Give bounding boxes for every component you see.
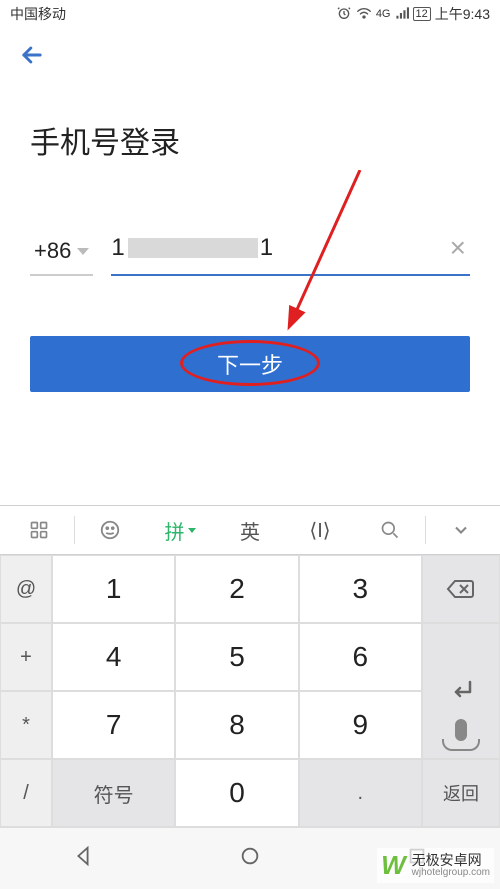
alarm-icon xyxy=(336,5,352,24)
nav-home-icon[interactable] xyxy=(239,845,261,873)
watermark-url: wjhotelgroup.com xyxy=(412,867,490,878)
keyboard-numpad: 1 2 3 4 5 6 7 8 9 符号 0 . xyxy=(52,555,422,827)
battery-indicator: 12 xyxy=(413,7,431,21)
kb-emoji-icon[interactable] xyxy=(75,519,145,541)
kb-key-9[interactable]: 9 xyxy=(299,691,422,759)
country-code-label: +86 xyxy=(34,238,71,264)
back-row xyxy=(0,28,500,88)
phone-input-wrap: 1 1 × xyxy=(111,232,470,276)
chevron-down-icon xyxy=(188,528,196,533)
kb-apps-icon[interactable] xyxy=(4,520,74,540)
wifi-icon xyxy=(356,6,372,23)
keyboard: 拼 英 ⟨I⟩ @ + * / 1 2 3 4 5 6 7 8 9 符号 xyxy=(0,505,500,827)
keyboard-right-col: 返回 xyxy=(422,555,500,827)
next-step-label: 下一步 xyxy=(217,348,283,380)
kb-key-8[interactable]: 8 xyxy=(175,691,298,759)
kb-key-at[interactable]: @ xyxy=(0,555,52,623)
clear-input-icon[interactable]: × xyxy=(446,232,470,264)
time-label: 上午9:43 xyxy=(435,4,490,24)
next-step-button[interactable]: 下一步 xyxy=(30,336,470,392)
country-code-selector[interactable]: +86 xyxy=(30,238,93,276)
kb-key-dot[interactable]: . xyxy=(299,759,422,827)
back-arrow-icon[interactable] xyxy=(18,41,46,76)
kb-ime-english[interactable]: 英 xyxy=(215,516,285,545)
nav-back-icon[interactable] xyxy=(72,845,94,873)
kb-key-4[interactable]: 4 xyxy=(52,623,175,691)
kb-mic-icon[interactable] xyxy=(442,739,480,751)
kb-key-slash[interactable]: / xyxy=(0,759,52,827)
kb-key-0[interactable]: 0 xyxy=(175,759,298,827)
kb-ime-pinyin[interactable]: 拼 xyxy=(145,516,215,545)
signal-icon xyxy=(395,6,409,23)
watermark-logo-icon: W xyxy=(381,850,406,881)
kb-key-2[interactable]: 2 xyxy=(175,555,298,623)
network-label: 4G xyxy=(376,8,391,20)
kb-key-return[interactable]: 返回 xyxy=(422,759,500,827)
watermark-brand: 无极安卓网 xyxy=(412,853,490,867)
kb-key-6[interactable]: 6 xyxy=(299,623,422,691)
phone-suffix: 1 xyxy=(260,234,274,262)
phone-row: +86 1 1 × xyxy=(30,232,470,276)
kb-clipboard-icon[interactable]: ⟨I⟩ xyxy=(285,518,355,543)
keyboard-toolbar: 拼 英 ⟨I⟩ xyxy=(0,505,500,555)
carrier-label: 中国移动 xyxy=(10,4,66,24)
kb-search-icon[interactable] xyxy=(355,520,425,540)
chevron-down-icon xyxy=(77,248,89,255)
kb-collapse-icon[interactable] xyxy=(426,520,496,540)
login-content: 手机号登录 +86 1 1 × 下一步 xyxy=(0,118,500,392)
kb-key-1[interactable]: 1 xyxy=(52,555,175,623)
kb-key-5[interactable]: 5 xyxy=(175,623,298,691)
phone-prefix: 1 xyxy=(111,234,125,262)
status-bar: 中国移动 4G 12 上午9:43 xyxy=(0,0,500,28)
watermark: W 无极安卓网 wjhotelgroup.com xyxy=(377,848,494,883)
kb-key-3[interactable]: 3 xyxy=(299,555,422,623)
kb-pinyin-label: 拼 xyxy=(165,516,185,545)
kb-backspace-icon[interactable] xyxy=(422,555,500,623)
status-right: 4G 12 上午9:43 xyxy=(336,4,490,24)
kb-key-star[interactable]: * xyxy=(0,691,52,759)
kb-key-plus[interactable]: + xyxy=(0,623,52,691)
keyboard-grid: @ + * / 1 2 3 4 5 6 7 8 9 符号 0 . 返回 xyxy=(0,555,500,827)
phone-masked xyxy=(128,238,258,258)
page-title: 手机号登录 xyxy=(30,118,470,162)
phone-input[interactable]: 1 1 xyxy=(111,234,445,262)
kb-key-7[interactable]: 7 xyxy=(52,691,175,759)
battery-level: 12 xyxy=(416,8,428,20)
kb-key-symbols[interactable]: 符号 xyxy=(52,759,175,827)
keyboard-side-col: @ + * / xyxy=(0,555,52,827)
